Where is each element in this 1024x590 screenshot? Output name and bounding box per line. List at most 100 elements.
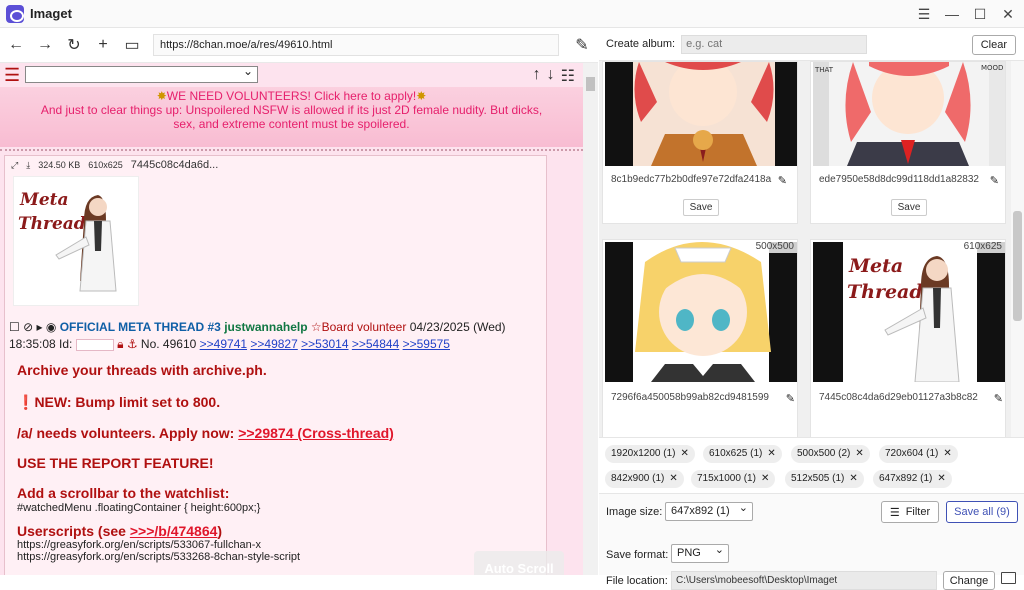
thread-post: ⤢ ⤓ 324.50 KB 610x625 7445c08c4da6d... M… — [4, 155, 547, 575]
remove-tag-icon[interactable]: ✕ — [943, 448, 951, 459]
body-line: USE THE REPORT FEATURE! — [17, 455, 214, 471]
change-button[interactable]: Change — [943, 571, 995, 590]
save-format-select[interactable]: PNG — [671, 543, 729, 563]
image-card[interactable]: 500x500 7296f6a450058b99ab82cd9481599 ✎ — [602, 239, 798, 437]
edit-icon[interactable]: ✎ — [778, 174, 787, 187]
image-thumbnail[interactable]: Meta Thread — [813, 242, 1005, 383]
save-button[interactable]: Save — [891, 199, 927, 216]
board-link[interactable]: >>>/b/474864 — [130, 523, 218, 539]
filter-button[interactable]: ☰ Filter — [881, 501, 939, 523]
remove-tag-icon[interactable]: ✕ — [767, 448, 775, 459]
clear-button[interactable]: Clear — [971, 35, 1016, 55]
arrow-up-icon[interactable]: ↑ — [533, 66, 541, 86]
file-name[interactable]: 7445c08c4da6d... — [131, 159, 218, 171]
remove-tag-icon[interactable]: ✕ — [849, 473, 857, 484]
svg-text:MOOD: MOOD — [981, 64, 1003, 72]
size-tag[interactable]: 647x892 (1) ✕ — [873, 470, 952, 488]
body-line: Archive your threads with archive.ph. — [17, 362, 267, 378]
size-tag[interactable]: 715x1000 (1) ✕ — [691, 470, 776, 488]
announcement-banner: ✸WE NEED VOLUNTEERS! Click here to apply… — [0, 87, 583, 147]
file-location-label: File location: — [606, 575, 668, 587]
image-size-label: Image size: — [606, 506, 663, 518]
remove-tag-icon[interactable]: ✕ — [937, 473, 945, 484]
image-thumbnail[interactable] — [605, 242, 797, 382]
image-thumbnail[interactable] — [605, 61, 797, 166]
auto-scroll-button[interactable]: Auto Scroll — [474, 551, 564, 575]
image-dimensions: 610x625 — [960, 240, 1005, 253]
size-tag[interactable]: 842x900 (1) ✕ — [605, 470, 684, 488]
maximize-icon[interactable]: ☐ — [968, 0, 992, 28]
size-tag[interactable]: 500x500 (2) ✕ — [791, 445, 870, 463]
list-icon[interactable]: ☷ — [561, 66, 575, 86]
page-scrollbar[interactable] — [583, 63, 598, 575]
clean-icon[interactable]: ✎ — [569, 32, 595, 58]
post-thumbnail[interactable]: Meta Thread — [13, 176, 139, 306]
filter-label: Filter — [905, 506, 931, 518]
watch-icon[interactable]: ◉ — [46, 320, 56, 334]
image-dimensions: 500x500 — [752, 240, 797, 253]
post-number[interactable]: No. 49610 — [141, 337, 196, 351]
reload-icon[interactable]: ↻ — [61, 32, 87, 58]
remove-tag-icon[interactable]: ✕ — [669, 473, 677, 484]
new-tab-icon[interactable]: + — [90, 32, 116, 58]
reply-link[interactable]: >>49827 — [250, 337, 297, 351]
minimize-icon[interactable]: — — [940, 0, 964, 28]
arrow-down-icon[interactable]: ↓ — [547, 66, 555, 86]
image-card[interactable]: 8c1b9edc77b2b0dfe97e72dfa2418a ✎ Save — [602, 61, 798, 224]
folder-icon[interactable] — [1001, 572, 1016, 584]
save-all-button[interactable]: Save all (9) — [946, 501, 1018, 523]
remove-tag-icon[interactable]: ✕ — [855, 448, 863, 459]
code-line: #watchedMenu .floatingContainer { height… — [17, 502, 261, 514]
downloader-panel: Create album: Clear 8c1b9edc77b2b0dfe97e… — [599, 28, 1024, 590]
lock-icon: 🔒︎ — [117, 337, 124, 351]
remove-tag-icon[interactable]: ✕ — [681, 448, 689, 459]
image-thumbnail[interactable]: THAT MOOD — [813, 62, 1005, 166]
close-icon[interactable]: ✕ — [996, 0, 1020, 28]
save-controls: Image size: 647x892 (1) ☰ Filter Save all… — [599, 493, 1024, 590]
hide-icon[interactable]: ⊘ — [23, 320, 33, 334]
edit-icon[interactable]: ✎ — [990, 174, 999, 187]
star-icon: ✸ — [156, 89, 167, 103]
cross-thread-link[interactable]: >>29874 (Cross-thread) — [238, 425, 394, 441]
remove-tag-icon[interactable]: ✕ — [761, 473, 769, 484]
body-line: NEW: Bump limit set to 800. — [34, 394, 221, 410]
volunteer-link[interactable]: WE NEED VOLUNTEERS! Click here to apply! — [167, 89, 416, 103]
reply-link[interactable]: >>53014 — [301, 337, 348, 351]
svg-text:Meta: Meta — [19, 190, 69, 210]
post-subject: OFFICIAL META THREAD #3 — [59, 320, 221, 334]
tabs-icon[interactable]: ▭ — [119, 32, 145, 58]
open-file-icon[interactable]: ⤢ — [11, 160, 18, 171]
reply-link[interactable]: >>59575 — [403, 337, 450, 351]
image-card[interactable]: THAT MOOD ede7950e58d8dc99d118dd1a82832 … — [810, 61, 1006, 224]
size-tag[interactable]: 512x505 (1) ✕ — [785, 470, 864, 488]
hamburger-icon[interactable]: ☰ — [4, 66, 20, 84]
grid-scrollbar[interactable] — [1011, 61, 1024, 437]
size-tag[interactable]: 1920x1200 (1) ✕ — [605, 445, 695, 463]
post-date: 04/23/2025 (Wed) — [409, 320, 506, 334]
body-line: Userscripts (see — [17, 523, 130, 539]
download-icon[interactable]: ⤓ — [26, 160, 30, 171]
post-checkbox[interactable]: ☐ — [9, 320, 20, 334]
save-button[interactable]: Save — [683, 199, 719, 216]
image-card[interactable]: Meta Thread 610x625 7445c08c4da6d29eb011… — [810, 239, 1006, 437]
body-line-end: ) — [217, 523, 223, 539]
menu-arrow-icon[interactable]: ▸ — [37, 320, 43, 334]
edit-icon[interactable]: ✎ — [994, 392, 1003, 405]
userscript-url[interactable]: https://greasyfork.org/en/scripts/533067… — [17, 539, 537, 551]
back-icon[interactable]: ← — [3, 32, 29, 58]
post-id — [75, 338, 114, 351]
image-size-select[interactable]: 647x892 (1) — [665, 501, 753, 521]
board-select[interactable] — [25, 64, 258, 83]
userscript-url[interactable]: https://greasyfork.org/en/scripts/533268… — [17, 551, 537, 563]
url-input[interactable] — [153, 34, 559, 56]
reply-link[interactable]: >>49741 — [200, 337, 247, 351]
image-filename: 7445c08c4da6d29eb01127a3b8c82 — [819, 392, 978, 403]
forward-icon[interactable]: → — [32, 32, 58, 58]
size-tag[interactable]: 610x625 (1) ✕ — [703, 445, 782, 463]
menu-icon[interactable]: ☰ — [912, 0, 936, 28]
file-location-field[interactable]: C:\Users\mobeesoft\Desktop\Imaget — [671, 571, 937, 590]
reply-link[interactable]: >>54844 — [352, 337, 399, 351]
size-tag[interactable]: 720x604 (1) ✕ — [879, 445, 958, 463]
album-input[interactable] — [681, 34, 868, 54]
edit-icon[interactable]: ✎ — [786, 392, 795, 405]
